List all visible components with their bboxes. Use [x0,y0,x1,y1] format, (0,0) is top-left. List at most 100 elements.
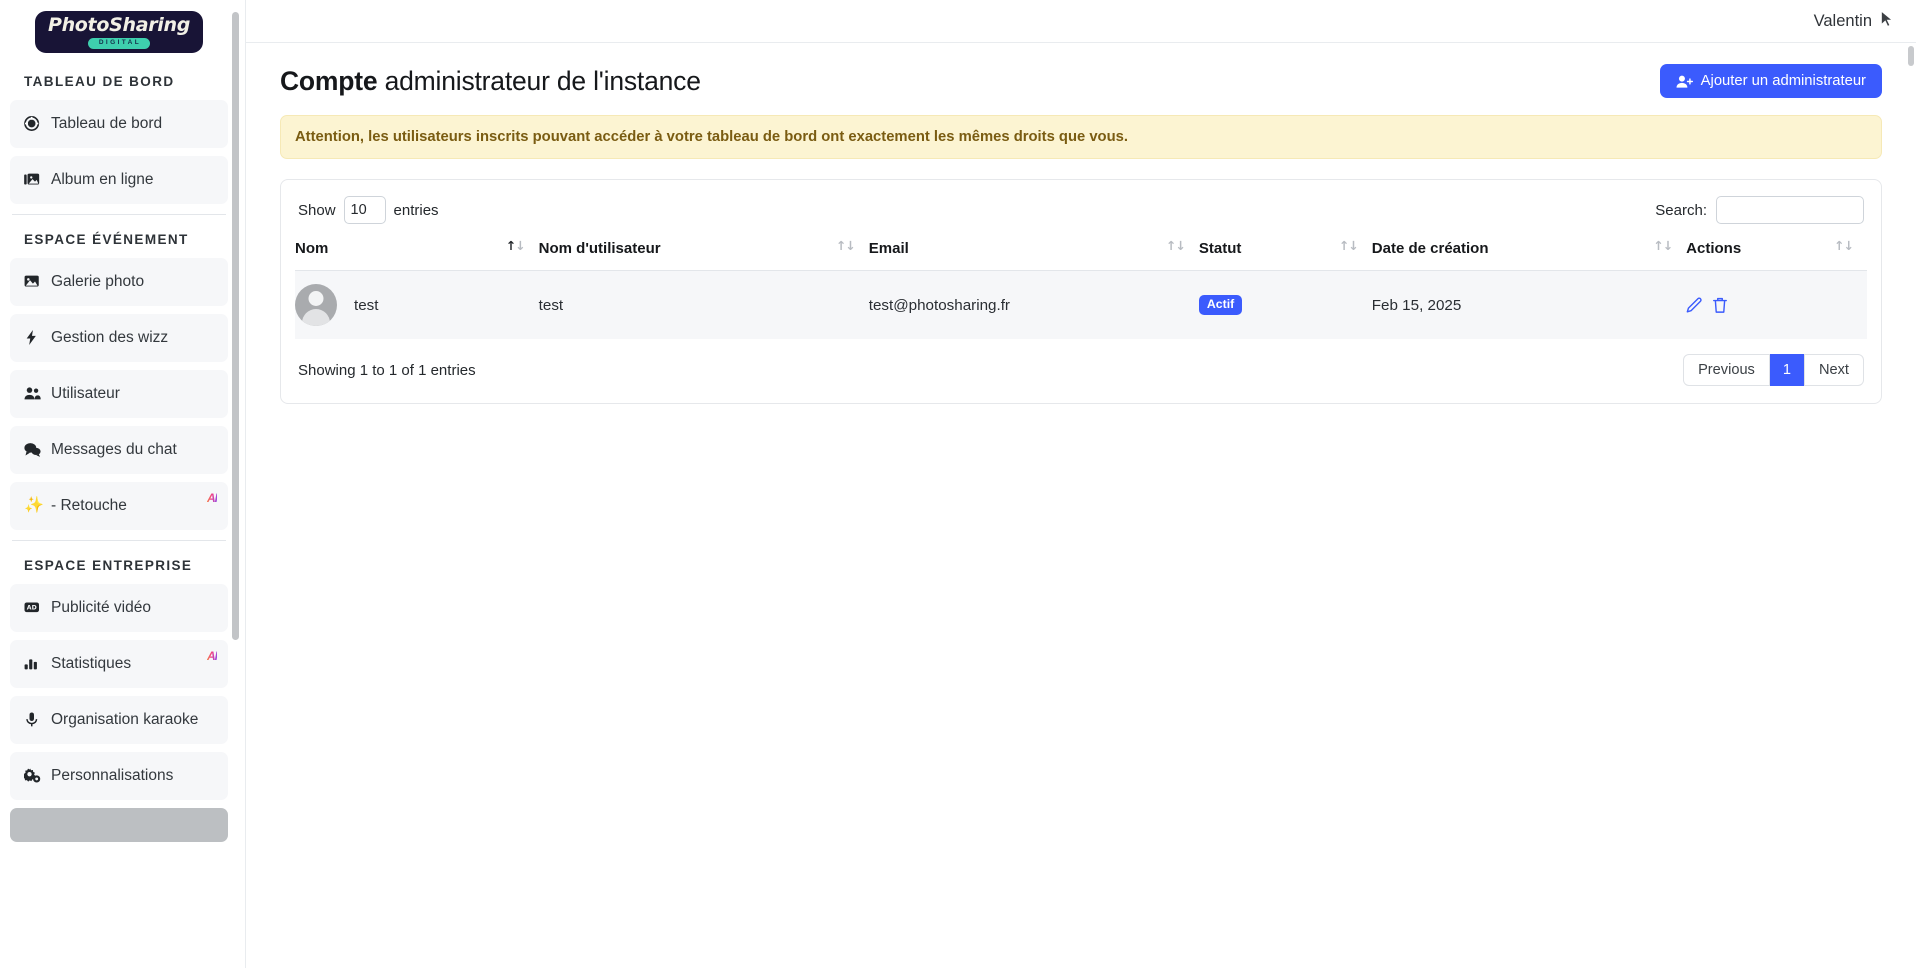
administrators-table: Nom ↑↓ Nom d'utilisateur ↑↓ Email ↑↓ Sta… [295,236,1867,339]
sidebar-item-label: - Retouche [51,496,127,514]
pagination-previous[interactable]: Previous [1683,354,1770,386]
sidebar-item-label: Galerie photo [51,272,145,290]
sidebar-item-organisation-karaoke[interactable]: Organisation karaoke [10,695,228,744]
table-footer: Showing 1 to 1 of 1 entries Previous 1 N… [295,339,1867,403]
table-info: Showing 1 to 1 of 1 entries [298,361,476,379]
gears-icon [24,767,46,785]
microphone-icon [24,711,46,729]
sidebar-item-placeholder[interactable] [10,807,228,842]
column-header-email[interactable]: Email ↑↓ [868,236,1199,271]
brand-logo[interactable]: PhotoSharing DIGITAL [10,0,228,61]
page-title-rest: administrateur de l'instance [384,65,701,96]
entries-label: entries [393,201,439,219]
table-body: test test test@photosharing.fr Actif Feb… [295,270,1867,339]
sidebar-item-utilisateur[interactable]: Utilisateur [10,369,228,418]
edit-row-button[interactable] [1686,297,1703,314]
sidebar-item-label: Album en ligne [51,170,154,188]
sidebar-item-tableau-de-bord[interactable]: Tableau de bord [10,99,228,148]
column-header-label: Nom d'utilisateur [538,240,661,257]
cell-actions [1686,270,1867,339]
column-header-nom[interactable]: Nom ↑↓ [295,236,539,271]
avatar [295,284,337,326]
sidebar-scrollbar-thumb[interactable] [232,12,239,640]
nav-section-title: ESPACE ÉVÉNEMENT [24,231,189,247]
main-scrollbar-thumb[interactable] [1908,46,1914,66]
logo-badge: PhotoSharing DIGITAL [34,11,204,53]
logo-text: PhotoSharing [47,14,191,36]
delete-row-button[interactable] [1712,297,1728,314]
pagination: Previous 1 Next [1683,354,1864,386]
sort-toggle-icon[interactable]: ↑↓ [1339,238,1359,253]
sidebar-item-label: Statistiques [51,654,132,672]
sort-toggle-icon[interactable]: ↑↓ [1166,238,1186,253]
mouse-cursor-icon [1880,10,1894,28]
column-header-label: Actions [1686,240,1742,257]
cell-nom: test [295,270,539,339]
bolt-icon [24,329,46,347]
sidebar-item-label: Utilisateur [51,384,120,402]
logo-subtitle: DIGITAL [87,38,151,49]
sort-toggle-icon[interactable]: ↑↓ [836,238,856,253]
cell-date: Feb 15, 2025 [1371,270,1687,339]
pagination-page-1[interactable]: 1 [1769,354,1804,386]
sidebar-item-gestion-des-wizz[interactable]: Gestion des wizz [10,313,228,362]
users-icon [24,385,46,403]
sidebar-item-retouche[interactable]: ✨ - Retouche AI [10,481,228,530]
cell-statut: Actif [1198,270,1372,339]
page-title-bold: Compte [280,65,378,96]
sidebar-item-label: Organisation karaoke [51,710,199,728]
sidebar-item-label: Personnalisations [51,766,174,784]
current-user-name[interactable]: Valentin [1814,12,1872,31]
page-length-control: Show 102550100 entries [298,196,439,224]
ad-icon: AD [24,599,46,617]
cell-email: test@photosharing.fr [868,270,1199,339]
images-icon [24,171,46,189]
search-input[interactable] [1716,196,1864,224]
sidebar-scrollbar-track[interactable] [232,6,242,962]
table-header-row: Nom ↑↓ Nom d'utilisateur ↑↓ Email ↑↓ Sta… [295,236,1867,271]
dashboard-icon [24,115,46,133]
sidebar-item-album-en-ligne[interactable]: Album en ligne [10,155,228,204]
ai-badge: AI [207,648,218,663]
top-bar: Valentin [246,0,1916,43]
sidebar-item-label: Gestion des wizz [51,328,169,346]
show-label: Show [298,201,336,219]
column-header-label: Date de création [1371,240,1489,257]
sort-toggle-icon[interactable]: ↑↓ [1653,238,1673,253]
chat-icon [24,441,46,459]
sidebar-nav: TABLEAU DE BORD Tableau de bord Album en… [10,61,228,842]
column-header-nom-d-utilisateur[interactable]: Nom d'utilisateur ↑↓ [538,236,869,271]
nav-divider [12,539,226,541]
main-area: Valentin Compte administrateur de l'inst… [246,0,1916,968]
table-controls: Show 102550100 entries Search: [295,180,1867,236]
sort-toggle-icon[interactable]: ↑↓ [506,238,526,253]
nav-divider [12,213,226,215]
sidebar-item-label: Publicité vidéo [51,598,151,616]
column-header-label: Email [868,240,909,257]
column-header-date-de-cr-ation[interactable]: Date de création ↑↓ [1371,236,1687,271]
page-content: Compte administrateur de l'instance Ajou… [246,43,1916,968]
add-administrator-label: Ajouter un administrateur [1700,73,1866,89]
sidebar-item-messages-du-chat[interactable]: Messages du chat [10,425,228,474]
sidebar: PhotoSharing DIGITAL TABLEAU DE BORD Tab… [0,0,246,968]
table-row[interactable]: test test test@photosharing.fr Actif Feb… [295,270,1867,339]
sidebar-item-statistiques[interactable]: Statistiques AI [10,639,228,688]
table-head: Nom ↑↓ Nom d'utilisateur ↑↓ Email ↑↓ Sta… [295,236,1867,271]
sort-toggle-icon[interactable]: ↑↓ [1834,238,1854,253]
sidebar-item-publicit-vid-o[interactable]: AD Publicité vidéo [10,583,228,632]
page-length-select[interactable]: 102550100 [343,196,386,224]
sidebar-item-label: Messages du chat [51,440,177,458]
column-header-actions[interactable]: Actions ↑↓ [1686,236,1867,271]
bar-chart-icon [24,655,46,673]
sidebar-item-galerie-photo[interactable]: Galerie photo [10,257,228,306]
add-administrator-button[interactable]: Ajouter un administrateur [1659,64,1882,98]
column-header-statut[interactable]: Statut ↑↓ [1198,236,1372,271]
ai-badge: AI [207,490,218,505]
nav-section-title: TABLEAU DE BORD [24,73,175,89]
page-header: Compte administrateur de l'instance Ajou… [280,43,1882,115]
nav-section-title: ESPACE ENTREPRISE [24,557,193,573]
pagination-next[interactable]: Next [1803,354,1864,386]
magic-wand-icon: ✨ [24,496,44,514]
sidebar-item-personnalisations[interactable]: Personnalisations [10,751,228,800]
image-icon [24,273,46,291]
